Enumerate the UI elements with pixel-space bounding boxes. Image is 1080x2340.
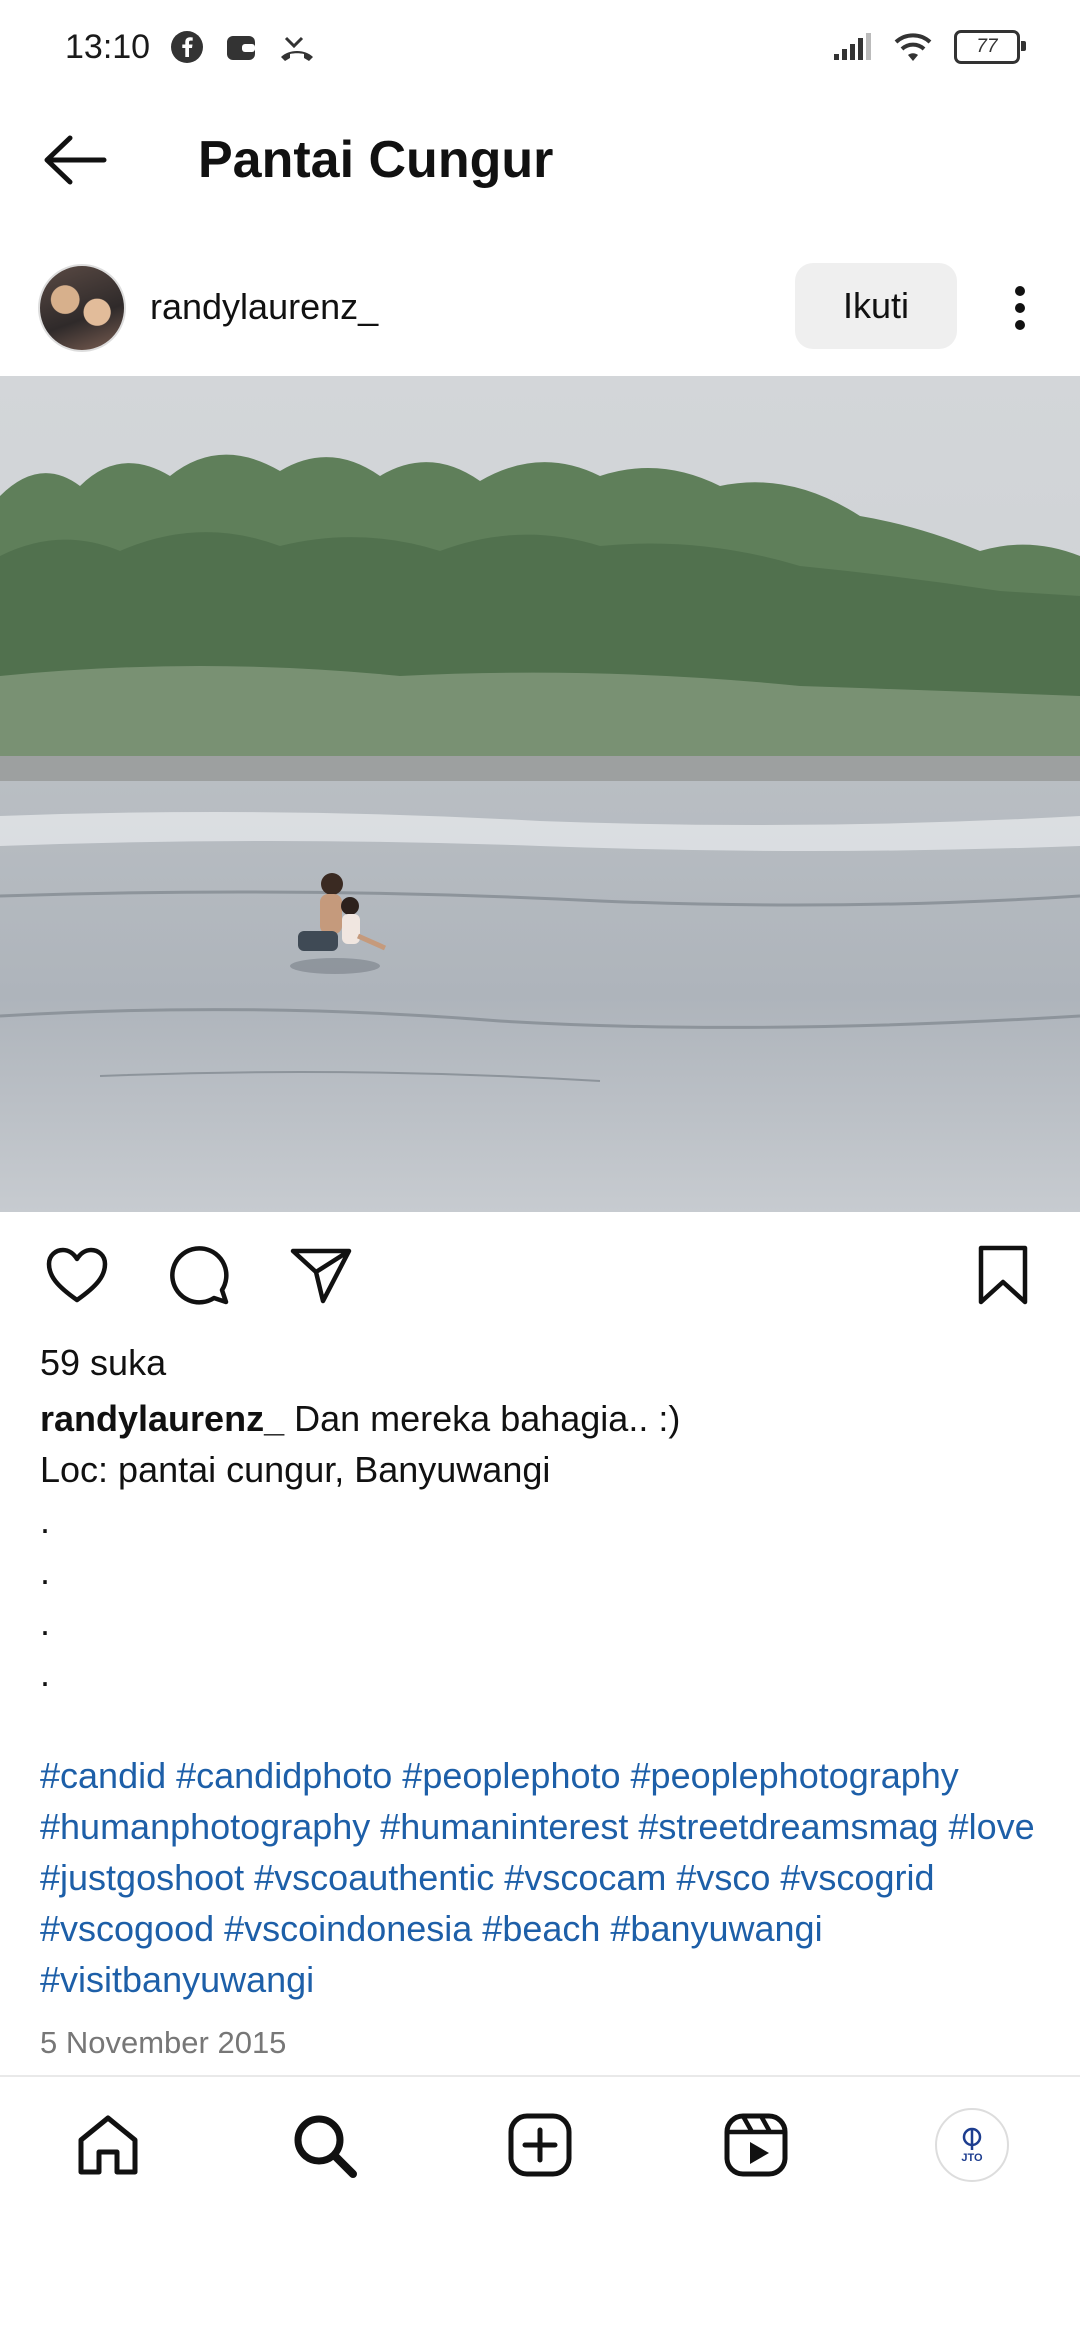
create-icon [508,2113,572,2177]
wifi-icon [894,33,932,61]
notification-icons [170,30,316,64]
avatar[interactable] [38,264,126,352]
more-vertical-icon [1015,286,1025,330]
profile-avatar-text: JTO [961,2152,983,2164]
system-icons: 77 [832,30,1026,64]
comment-button[interactable] [164,1240,234,1310]
reels-icon [724,2113,788,2177]
caption-dots: . . . . [40,1495,1040,1699]
caption-location: Loc: pantai cungur, Banyuwangi [40,1449,551,1490]
wallet-icon [227,36,255,60]
missed-call-icon [281,36,313,61]
bookmark-icon [978,1245,1028,1305]
post-photo[interactable] [0,376,1080,1212]
post-date: 5 November 2015 [40,2025,287,2060]
caption: randylaurenz_ Dan mereka bahagia.. :) Lo… [40,1393,1040,1699]
caption-line: randylaurenz_ Dan mereka bahagia.. :) [40,1393,1040,1444]
like-button[interactable] [42,1240,112,1310]
status-time: 13:10 [65,28,151,66]
nav-home[interactable] [68,2100,148,2190]
facebook-icon [171,31,203,63]
logo-icon [962,2127,982,2150]
back-button[interactable] [40,128,110,192]
follow-button[interactable]: Ikuti [795,263,957,349]
battery-icon: 77 [954,30,1026,64]
bottom-nav: JTO [0,2100,1080,2190]
caption-username[interactable]: randylaurenz_ [40,1398,284,1439]
more-options-button[interactable] [1000,278,1040,338]
nav-create[interactable] [500,2100,580,2190]
likes-count[interactable]: 59 suka [40,1342,166,1384]
post-header: randylaurenz_ Ikuti [0,258,1080,358]
nav-search[interactable] [284,2100,364,2190]
back-arrow-icon [44,135,107,185]
heart-icon [46,1247,108,1303]
profile-avatar: JTO [935,2108,1009,2182]
caption-dot: . [40,1500,51,1541]
save-button[interactable] [968,1240,1038,1310]
caption-text: Dan mereka bahagia.. :) [294,1398,681,1439]
caption-hashtags[interactable]: #candid #candidphoto #peoplephoto #peopl… [40,1750,1050,2005]
comment-icon [170,1246,229,1305]
battery-level: 77 [976,36,998,57]
caption-dot: . [40,1551,51,1592]
share-button[interactable] [286,1240,356,1310]
top-bar: Pantai Cungur [0,110,1080,210]
nav-reels[interactable] [716,2100,796,2190]
post-username[interactable]: randylaurenz_ [150,286,378,328]
send-icon [290,1248,352,1304]
page-title: Pantai Cungur [198,131,554,189]
nav-profile[interactable]: JTO [932,2100,1012,2190]
beach-photo-image [0,376,1080,1212]
home-icon [78,2115,138,2175]
post-actions [0,1240,1080,1310]
caption-dot: . [40,1602,51,1643]
status-bar: 13:10 77 [0,0,1080,100]
caption-dot: . [40,1653,51,1694]
bottom-divider [0,2075,1080,2077]
search-icon [294,2115,357,2178]
signal-icon [834,33,871,60]
